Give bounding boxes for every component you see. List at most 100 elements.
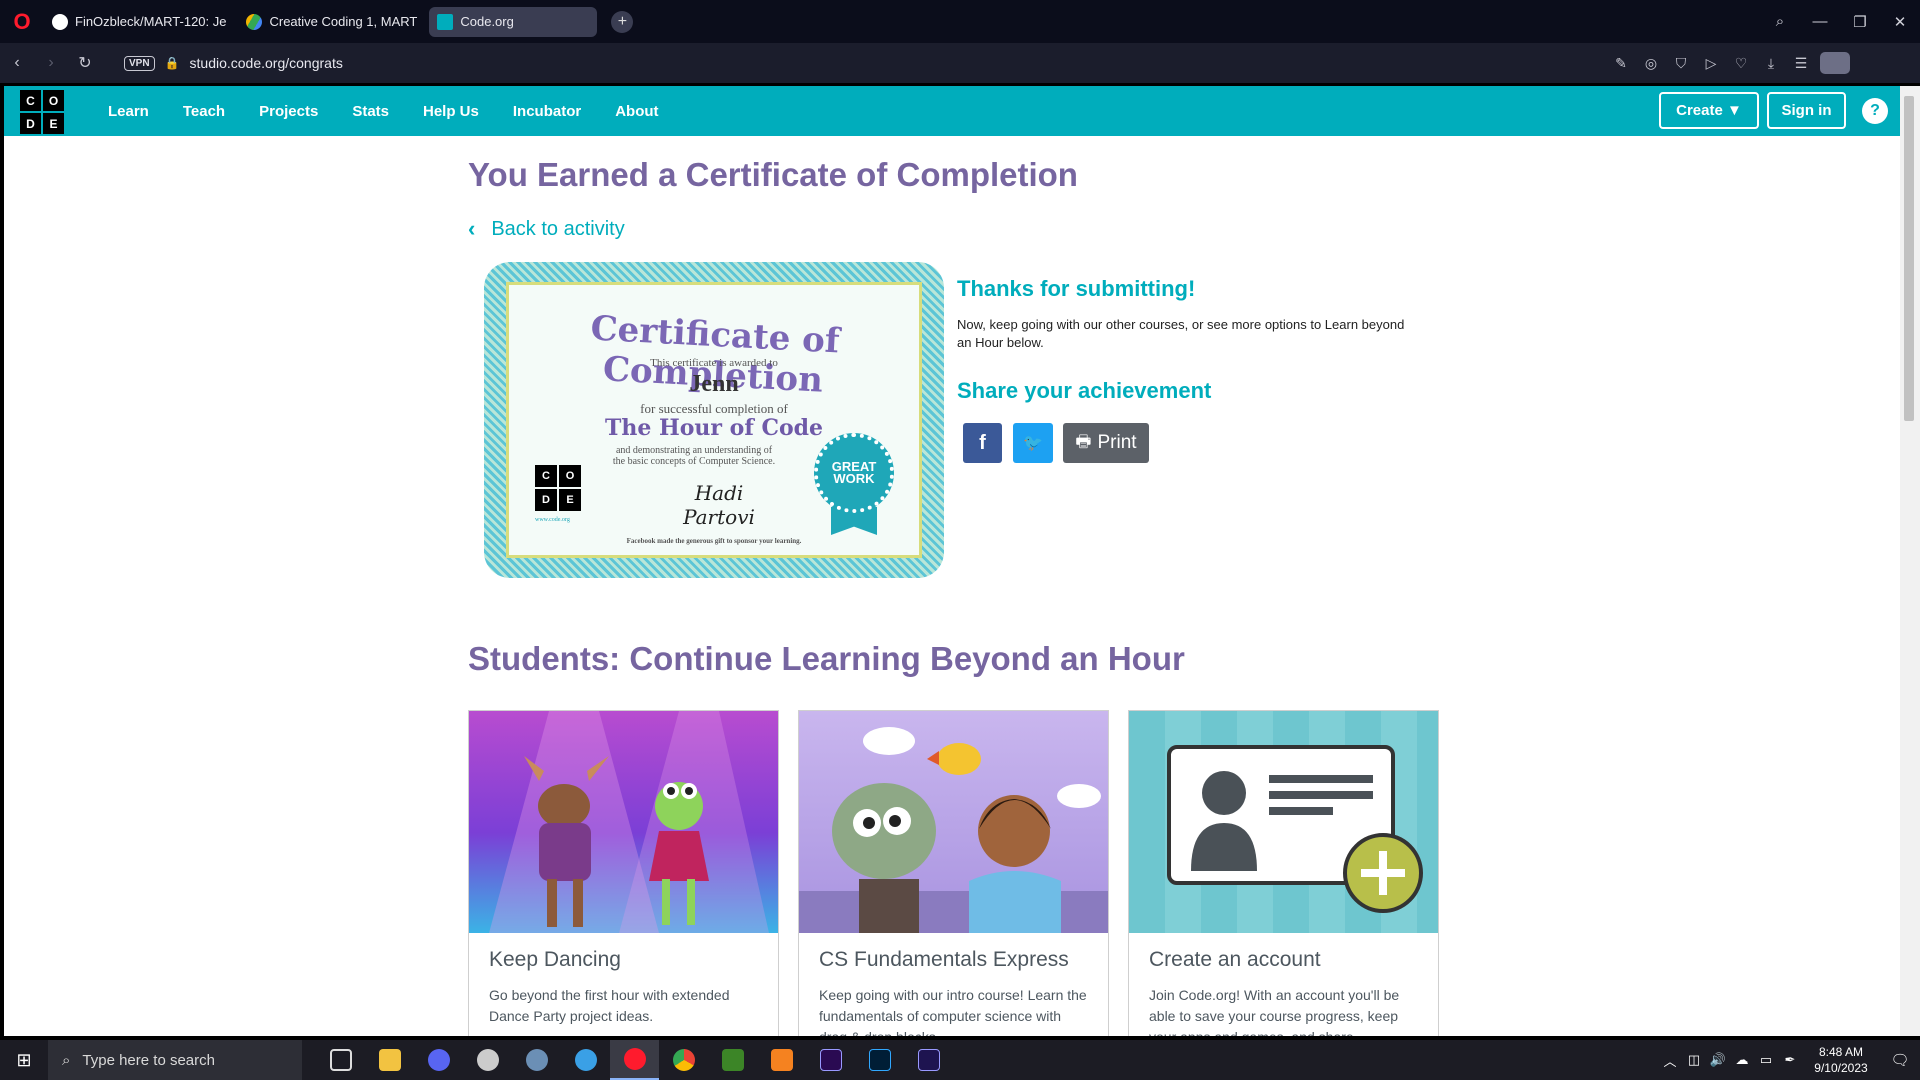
code-org-favicon-icon	[437, 13, 454, 30]
cs-fundamentals-illustration	[799, 711, 1108, 933]
obs-icon[interactable]	[463, 1040, 512, 1080]
back-icon[interactable]: ‹	[0, 54, 34, 72]
minimize-icon[interactable]: —	[1800, 13, 1840, 30]
chrome-icon[interactable]	[659, 1040, 708, 1080]
thanks-heading: Thanks for submitting!	[957, 276, 1196, 301]
nav-teach[interactable]: Teach	[183, 103, 225, 120]
opera-icon[interactable]	[610, 1040, 659, 1080]
vpn-badge[interactable]: VPN	[124, 55, 155, 71]
network-icon[interactable]: ▭	[1754, 1052, 1778, 1068]
drive-icon	[246, 13, 263, 30]
reload-icon[interactable]: ↻	[68, 53, 102, 73]
address-bar-actions: ✎ ◎ ⛉ ▷ ♡ ⤓ ☰	[1606, 43, 1850, 83]
create-account-illustration	[1129, 711, 1438, 933]
scrollbar-thumb[interactable]	[1904, 96, 1914, 421]
card-title: Create an account	[1149, 948, 1321, 971]
windows-start-icon[interactable]: ⊞	[0, 1050, 48, 1071]
meet-now-icon[interactable]: ◫	[1682, 1052, 1706, 1068]
logo-letter: C	[20, 90, 41, 111]
certificate-recipient: Jenn	[689, 371, 739, 397]
volume-icon[interactable]: 🔊	[1706, 1052, 1730, 1068]
opera-menu-icon[interactable]: O	[0, 0, 44, 43]
url-field[interactable]: studio.code.org/congrats	[190, 55, 343, 71]
nav-incubator[interactable]: Incubator	[513, 103, 581, 120]
close-icon[interactable]: ✕	[1880, 13, 1920, 31]
notification-icon[interactable]: 🗨	[1880, 1051, 1920, 1069]
certificate-footer: Facebook made the generous gift to spons…	[626, 537, 802, 545]
search-icon: ⌕	[62, 1051, 71, 1069]
nav-help-us[interactable]: Help Us	[423, 103, 479, 120]
task-view-icon[interactable]	[316, 1040, 365, 1080]
github-icon	[52, 13, 68, 30]
logo-letter: O	[43, 90, 64, 111]
facebook-share-button[interactable]: f	[963, 423, 1002, 463]
card-description: Keep going with our intro course! Learn …	[819, 987, 1087, 1036]
thanks-body: Now, keep going with our other courses, …	[957, 317, 1405, 350]
code-org-logo[interactable]: C O D E	[20, 90, 64, 134]
photoshop-icon[interactable]	[855, 1040, 904, 1080]
page-scrollbar[interactable]	[1900, 86, 1920, 1036]
download-icon[interactable]: ⤓	[1756, 55, 1786, 72]
heart-icon[interactable]: ♡	[1726, 55, 1756, 72]
pen-icon[interactable]: ✒	[1778, 1052, 1802, 1068]
onedrive-icon[interactable]: ☁	[1730, 1052, 1754, 1068]
clock-date: 9/10/2023	[1814, 1061, 1868, 1075]
printer-icon: 🖶	[1075, 431, 1092, 451]
steam-icon[interactable]	[512, 1040, 561, 1080]
logo-letter: D	[20, 113, 41, 134]
card-cs-fundamentals[interactable]: CS Fundamentals Express Keep going with …	[798, 710, 1109, 1036]
tab-label: FinOzbleck/MART-120: Je	[75, 14, 227, 29]
media-encoder-icon[interactable]	[904, 1040, 953, 1080]
send-icon[interactable]: ▷	[1696, 55, 1726, 72]
nav-projects[interactable]: Projects	[259, 103, 318, 120]
back-to-activity-link[interactable]: ‹ Back to activity	[468, 216, 625, 242]
card-keep-dancing[interactable]: Keep Dancing Go beyond the first hour wi…	[468, 710, 779, 1036]
file-explorer-icon[interactable]	[365, 1040, 414, 1080]
share-heading: Share your achievement	[957, 378, 1212, 403]
shield-icon[interactable]: ⛉	[1666, 55, 1696, 72]
search-tabs-icon[interactable]: ⌕	[1760, 13, 1800, 30]
taskbar-apps	[316, 1040, 953, 1080]
easy-setup-icon[interactable]: ☰	[1786, 55, 1816, 72]
restore-icon[interactable]: ❐	[1840, 13, 1880, 31]
nav-stats[interactable]: Stats	[352, 103, 389, 120]
tab-code-org[interactable]: Code.org	[429, 6, 598, 37]
sign-in-button[interactable]: Sign in	[1767, 92, 1846, 129]
create-button[interactable]: Create ▼	[1659, 92, 1759, 129]
chevron-up-icon[interactable]: ︿	[1658, 1051, 1682, 1070]
taskbar-clock[interactable]: 8:48 AM 9/10/2023	[1802, 1044, 1880, 1076]
card-title: CS Fundamentals Express	[819, 948, 1069, 971]
certificate-concepts-text: and demonstrating an understanding of th…	[612, 445, 776, 467]
page-viewport: C O D E Learn Teach Projects Stats Help …	[4, 86, 1900, 1036]
print-button[interactable]: 🖶 Print	[1063, 423, 1149, 463]
back-link-label: Back to activity	[491, 217, 625, 240]
minecraft-icon[interactable]	[708, 1040, 757, 1080]
nav-about[interactable]: About	[615, 103, 658, 120]
snapshot-icon[interactable]: ✎	[1606, 55, 1636, 72]
help-icon[interactable]: ?	[1862, 98, 1888, 124]
brackets-icon[interactable]	[757, 1040, 806, 1080]
taskbar-search[interactable]: ⌕ Type here to search	[48, 1040, 302, 1080]
headset-app-icon[interactable]	[561, 1040, 610, 1080]
certificate-awarded-text: This certificate is awarded to	[650, 357, 778, 369]
forward-icon[interactable]: ›	[34, 54, 68, 72]
premiere-icon[interactable]	[806, 1040, 855, 1080]
new-tab-button[interactable]: +	[611, 10, 634, 33]
windows-taskbar: ⊞ ⌕ Type here to search ︿ ◫ 🔊 ☁ ▭ ✒ 8:48…	[0, 1040, 1920, 1080]
logo-letter: E	[559, 489, 581, 511]
tab-github[interactable]: FinOzbleck/MART-120: Je	[44, 7, 234, 37]
card-description: Go beyond the first hour with extended D…	[489, 987, 730, 1024]
card-create-account[interactable]: Create an account Join Code.org! With an…	[1128, 710, 1439, 1036]
logo-letter: O	[559, 465, 581, 487]
browser-tab-strip: O FinOzbleck/MART-120: Je Creative Codin…	[0, 0, 1920, 43]
profile-avatar[interactable]	[1820, 52, 1850, 74]
camera-icon[interactable]: ◎	[1636, 55, 1666, 72]
lock-icon[interactable]: 🔒	[165, 56, 180, 70]
certificate-site: www.code.org	[535, 517, 570, 523]
twitter-share-button[interactable]: 🐦	[1013, 423, 1053, 463]
logo-letter: E	[43, 113, 64, 134]
nav-learn[interactable]: Learn	[108, 103, 149, 120]
system-tray: ︿ ◫ 🔊 ☁ ▭ ✒ 8:48 AM 9/10/2023 🗨	[1658, 1040, 1920, 1080]
tab-creative-coding[interactable]: Creative Coding 1, MART	[238, 7, 425, 37]
discord-icon[interactable]	[414, 1040, 463, 1080]
